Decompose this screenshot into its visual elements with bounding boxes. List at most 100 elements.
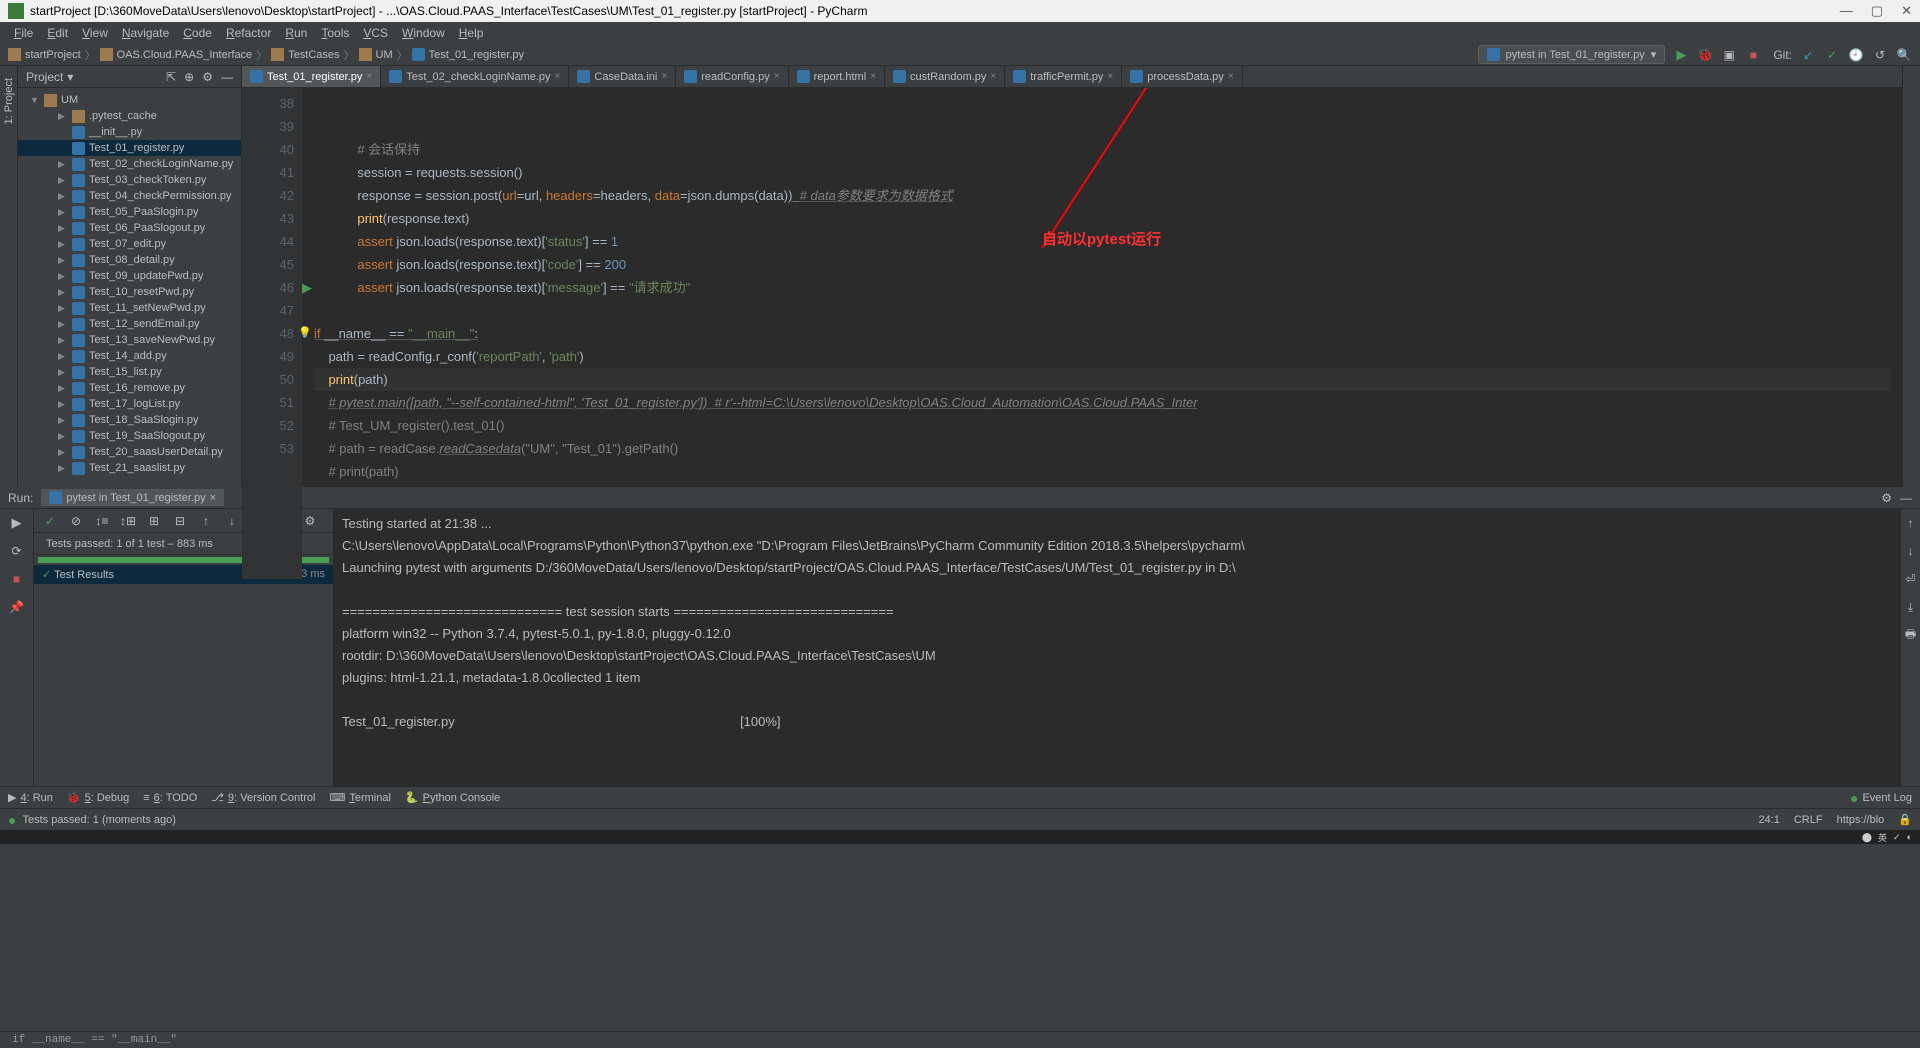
next-test-icon[interactable]: ↓: [222, 511, 242, 531]
tree-item[interactable]: ▶Test_07_edit.py: [18, 236, 241, 252]
editor-tab[interactable]: readConfig.py×: [676, 66, 788, 87]
tray-icon[interactable]: ⬤: [1862, 832, 1872, 843]
editor-tab[interactable]: report.html×: [789, 66, 885, 87]
breadcrumb-segment[interactable]: TestCases: [288, 49, 339, 61]
tree-item[interactable]: Test_01_register.py: [18, 140, 241, 156]
hide-tool-icon[interactable]: —: [221, 70, 233, 84]
pin-tab-icon[interactable]: 📌: [7, 597, 27, 617]
code-editor[interactable]: 383940414243444546▶4748💡4950515253 # 会话保…: [242, 88, 1902, 579]
bottom-tab[interactable]: 🐞5: Debug: [67, 791, 129, 804]
tree-folder-um[interactable]: ▼ UM: [18, 92, 241, 108]
run-with-coverage-button[interactable]: ▣: [1721, 47, 1737, 63]
menu-help[interactable]: Help: [453, 24, 490, 42]
tree-item[interactable]: ▶Test_03_checkToken.py: [18, 172, 241, 188]
vcs-revert-icon[interactable]: ↺: [1872, 47, 1888, 63]
minimize-button[interactable]: —: [1840, 3, 1853, 19]
tree-item[interactable]: ▶Test_11_setNewPwd.py: [18, 300, 241, 316]
tree-item[interactable]: ▶Test_08_detail.py: [18, 252, 241, 268]
close-tab-icon[interactable]: ×: [990, 71, 996, 82]
vcs-commit-icon[interactable]: ✓: [1824, 47, 1840, 63]
editor-tab[interactable]: Test_02_checkLoginName.py×: [381, 66, 569, 87]
show-passed-icon[interactable]: ✓: [40, 511, 60, 531]
menu-run[interactable]: Run: [279, 24, 313, 42]
tree-item[interactable]: ▶Test_17_logList.py: [18, 396, 241, 412]
up-nav-icon[interactable]: ↑: [1901, 513, 1920, 533]
vcs-history-icon[interactable]: 🕘: [1848, 47, 1864, 63]
tree-item[interactable]: ▶.pytest_cache: [18, 108, 241, 124]
bottom-tab[interactable]: ⎇9: Version Control: [211, 791, 315, 804]
print-icon[interactable]: 🖶: [1901, 625, 1920, 645]
tree-item[interactable]: ▶Test_02_checkLoginName.py: [18, 156, 241, 172]
tree-item[interactable]: ▶Test_10_resetPwd.py: [18, 284, 241, 300]
sort-icon[interactable]: ↕≡: [92, 511, 112, 531]
breadcrumb-segment[interactable]: UM: [376, 49, 393, 61]
close-tab-icon[interactable]: ×: [1107, 71, 1113, 82]
tree-item[interactable]: ▶Test_04_checkPermission.py: [18, 188, 241, 204]
bottom-tab[interactable]: ⌨Terminal: [329, 791, 390, 804]
tree-item[interactable]: ▶Test_05_PaaSlogin.py: [18, 204, 241, 220]
menu-navigate[interactable]: Navigate: [116, 24, 175, 42]
collapse-all-icon[interactable]: ⊟: [170, 511, 190, 531]
tray-icon[interactable]: ✓: [1893, 832, 1901, 843]
tree-item[interactable]: ▶Test_19_SaaSlogout.py: [18, 428, 241, 444]
close-tab-icon[interactable]: ×: [210, 492, 216, 504]
bottom-tab[interactable]: ≡6: TODO: [143, 791, 197, 804]
scroll-to-end-icon[interactable]: ⤓: [1901, 597, 1920, 617]
close-tab-icon[interactable]: ×: [1228, 71, 1234, 82]
expand-all-icon[interactable]: ⊞: [144, 511, 164, 531]
close-button[interactable]: ✕: [1901, 3, 1912, 19]
search-everywhere-icon[interactable]: 🔍: [1896, 47, 1912, 63]
close-tab-icon[interactable]: ×: [870, 71, 876, 82]
event-log-tab[interactable]: ● Event Log: [1850, 790, 1912, 806]
tree-item[interactable]: ▶Test_18_SaaSlogin.py: [18, 412, 241, 428]
breadcrumb-segment[interactable]: Test_01_register.py: [429, 49, 524, 61]
run-tab[interactable]: pytest in Test_01_register.py ×: [41, 489, 224, 506]
breadcrumb-segment[interactable]: startProject: [25, 49, 81, 61]
menu-window[interactable]: Window: [396, 24, 451, 42]
rerun-failed-button[interactable]: ⟳: [7, 541, 27, 561]
tree-item[interactable]: ▶Test_12_sendEmail.py: [18, 316, 241, 332]
editor-tab[interactable]: processData.py×: [1122, 66, 1242, 87]
tree-item[interactable]: ▶Test_14_add.py: [18, 348, 241, 364]
bottom-tab[interactable]: 🐍Python Console: [405, 791, 500, 804]
stop-button[interactable]: ■: [1745, 47, 1761, 63]
close-tab-icon[interactable]: ×: [555, 71, 561, 82]
tree-item[interactable]: ▶Test_06_PaaSlogout.py: [18, 220, 241, 236]
tray-icon[interactable]: ◐: [1907, 832, 1912, 842]
soft-wrap-icon[interactable]: ⏎: [1901, 569, 1920, 589]
tree-item[interactable]: __init__.py: [18, 124, 241, 140]
tree-item[interactable]: ▶Test_21_saaslist.py: [18, 460, 241, 476]
menu-refactor[interactable]: Refactor: [220, 24, 277, 42]
editor-tab[interactable]: CaseData.ini×: [569, 66, 676, 87]
bottom-tab[interactable]: ▶4: Run: [8, 791, 53, 804]
collapse-all-icon[interactable]: ⇱: [166, 70, 176, 84]
tree-item[interactable]: ▶Test_13_saveNewPwd.py: [18, 332, 241, 348]
menu-view[interactable]: View: [76, 24, 114, 42]
down-nav-icon[interactable]: ↓: [1901, 541, 1920, 561]
menu-vcs[interactable]: VCS: [357, 24, 394, 42]
vcs-update-icon[interactable]: ↙: [1800, 47, 1816, 63]
locate-file-icon[interactable]: ⊕: [184, 70, 194, 84]
close-tab-icon[interactable]: ×: [661, 71, 667, 82]
editor-tab[interactable]: custRandom.py×: [885, 66, 1005, 87]
tray-icon[interactable]: 英: [1878, 831, 1887, 844]
debug-button[interactable]: 🐞: [1697, 47, 1713, 63]
menu-code[interactable]: Code: [177, 24, 218, 42]
run-button[interactable]: ▶: [1673, 47, 1689, 63]
sort-alpha-icon[interactable]: ↕⊞: [118, 511, 138, 531]
menu-file[interactable]: File: [8, 24, 39, 42]
tree-item[interactable]: ▶Test_20_saasUserDetail.py: [18, 444, 241, 460]
lock-icon[interactable]: 🔒: [1898, 813, 1912, 826]
close-tab-icon[interactable]: ×: [774, 71, 780, 82]
project-tool-tab[interactable]: 1: Project: [1, 70, 17, 132]
editor-tab[interactable]: trafficPermit.py×: [1005, 66, 1122, 87]
settings-gear-icon[interactable]: ⚙: [202, 70, 213, 84]
editor-tab[interactable]: Test_01_register.py×: [242, 66, 381, 87]
stop-button[interactable]: ■: [7, 569, 27, 589]
close-tab-icon[interactable]: ×: [366, 71, 372, 82]
line-separator[interactable]: CRLF: [1794, 814, 1823, 826]
show-ignored-icon[interactable]: ⊘: [66, 511, 86, 531]
tree-item[interactable]: ▶Test_16_remove.py: [18, 380, 241, 396]
code-body[interactable]: # 会话保持 session = requests.session() resp…: [302, 88, 1902, 579]
prev-test-icon[interactable]: ↑: [196, 511, 216, 531]
